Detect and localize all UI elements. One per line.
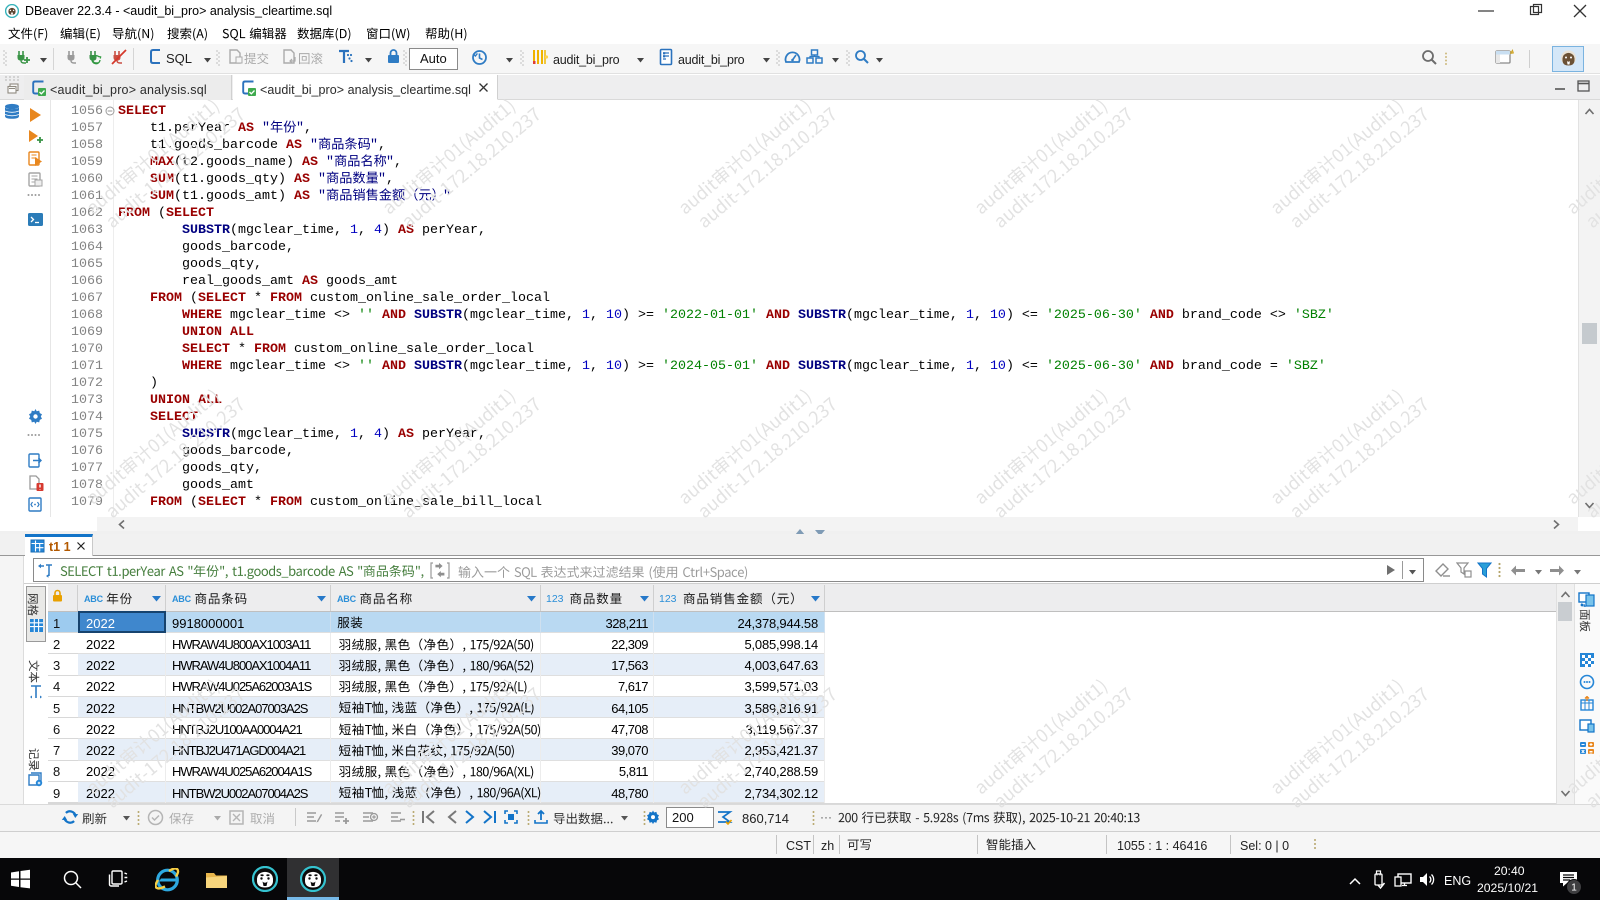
- svg-text:1: 1: [1571, 883, 1577, 894]
